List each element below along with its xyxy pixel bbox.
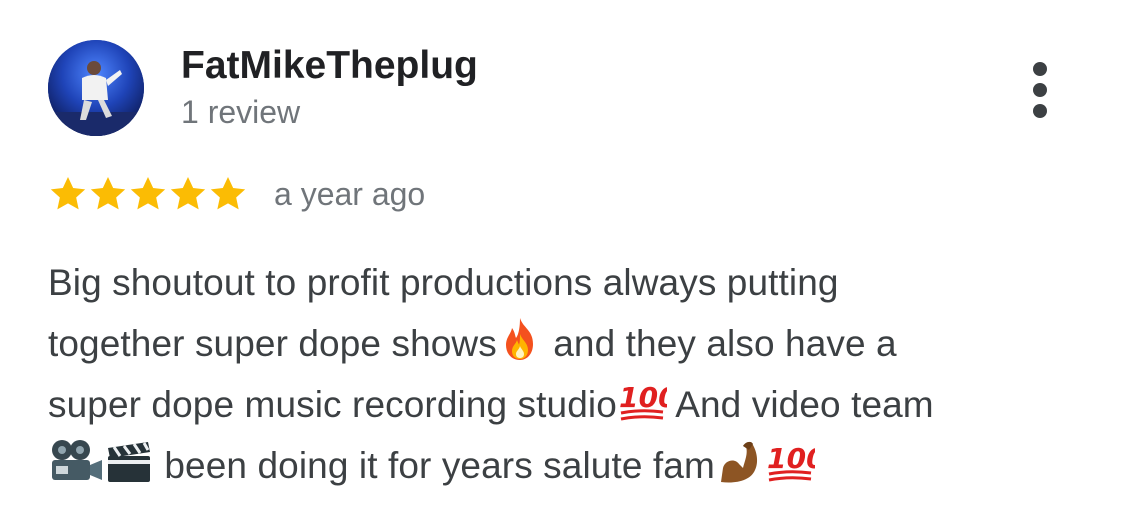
review-text-segment: together super dope shows — [48, 323, 497, 364]
review-text-segment: Big shoutout to profit productions alway… — [48, 262, 839, 303]
review-line-3: super dope music recording studio 100 An… — [48, 374, 1088, 435]
rating-row: a year ago — [48, 172, 425, 216]
fire-emoji-icon — [505, 318, 533, 360]
avatar-photo-icon — [48, 40, 144, 136]
more-vert-icon-dot-2 — [1033, 83, 1047, 97]
review-text-segment: And video team — [666, 384, 934, 425]
more-vert-icon-dot-3 — [1033, 104, 1047, 118]
review-text-segment: super dope music recording studio — [48, 384, 617, 425]
hundred-points-emoji-icon-2: 100 — [767, 442, 815, 482]
review-count[interactable]: 1 review — [181, 92, 300, 132]
reviewer-avatar[interactable] — [48, 40, 144, 136]
svg-text:100: 100 — [767, 442, 815, 475]
star-icon — [130, 177, 166, 210]
star-icon — [210, 177, 246, 210]
more-vert-icon — [1033, 62, 1047, 76]
review-line-1: Big shoutout to profit productions alway… — [48, 252, 1088, 313]
reviewer-name[interactable]: FatMikeTheplug — [181, 42, 478, 90]
review-text-segment: been doing it for years salute fam — [154, 445, 715, 486]
review-line-4: been doing it for years salute fam 100 — [48, 435, 1088, 496]
hundred-points-emoji-icon: 100 — [619, 381, 667, 421]
star-icon — [90, 177, 126, 210]
star-icon — [50, 177, 86, 210]
review-text: Big shoutout to profit productions alway… — [48, 252, 1088, 496]
flexed-biceps-emoji-icon — [720, 441, 757, 483]
movie-camera-emoji-icon — [52, 440, 102, 480]
more-options-button[interactable] — [1016, 58, 1064, 122]
star-rating — [48, 174, 248, 214]
clapper-board-emoji-icon — [108, 442, 150, 482]
svg-text:100: 100 — [619, 381, 667, 414]
review-date: a year ago — [274, 175, 426, 212]
review-text-segment: and they also have a — [542, 323, 897, 364]
star-icon — [170, 177, 206, 210]
review-line-2: together super dope shows and they also … — [48, 313, 1088, 374]
